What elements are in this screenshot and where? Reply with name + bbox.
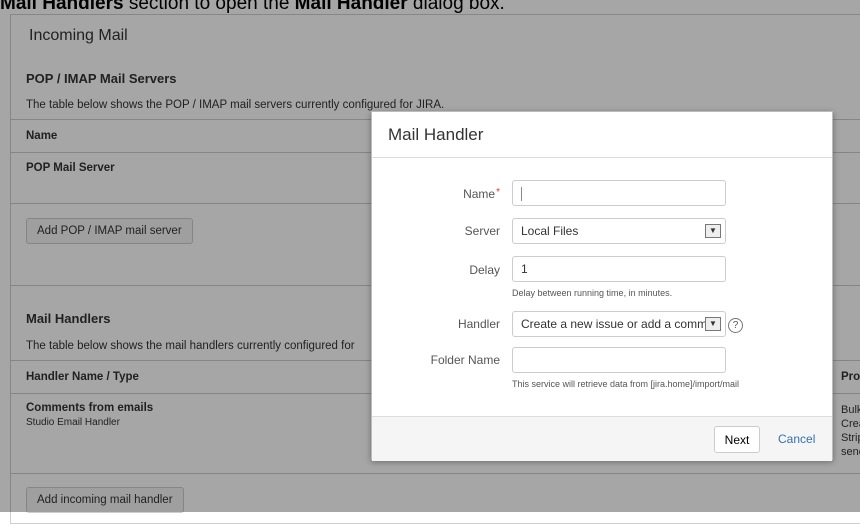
help-icon[interactable]: ?	[728, 318, 743, 333]
delay-input[interactable]: 1	[512, 256, 726, 282]
text-cursor-icon	[521, 186, 522, 201]
dialog-footer: Next Cancel	[372, 416, 832, 461]
server-select[interactable]: Local Files ▼	[512, 218, 726, 244]
folder-name-label: Folder Name	[430, 353, 500, 367]
mail-handler-dialog: Mail Handler Name* Server Local Files ▼ …	[371, 111, 833, 461]
handler-select[interactable]: Create a new issue or add a comm ▼	[512, 311, 726, 337]
dialog-title: Mail Handler	[388, 125, 484, 144]
name-input[interactable]	[512, 180, 726, 206]
name-label: Name*	[372, 187, 500, 201]
chevron-down-icon: ▼	[705, 317, 721, 331]
name-label-text: Name	[463, 187, 496, 201]
server-select-value: Local Files	[521, 224, 579, 238]
handler-select-value: Create a new issue or add a comm	[521, 317, 708, 331]
folder-hint: This service will retrieve data from [ji…	[512, 379, 740, 389]
chevron-down-icon: ▼	[705, 224, 721, 238]
folder-name-input[interactable]	[512, 347, 726, 373]
cancel-link[interactable]: Cancel	[778, 432, 815, 446]
handler-label: Handler	[457, 317, 500, 331]
delay-hint: Delay between running time, in minutes.	[512, 288, 673, 298]
delay-label: Delay	[469, 263, 500, 277]
required-asterisk-icon: *	[496, 187, 500, 198]
next-button[interactable]: Next	[714, 426, 760, 453]
server-label: Server	[464, 224, 500, 238]
dialog-header: Mail Handler	[372, 112, 832, 158]
